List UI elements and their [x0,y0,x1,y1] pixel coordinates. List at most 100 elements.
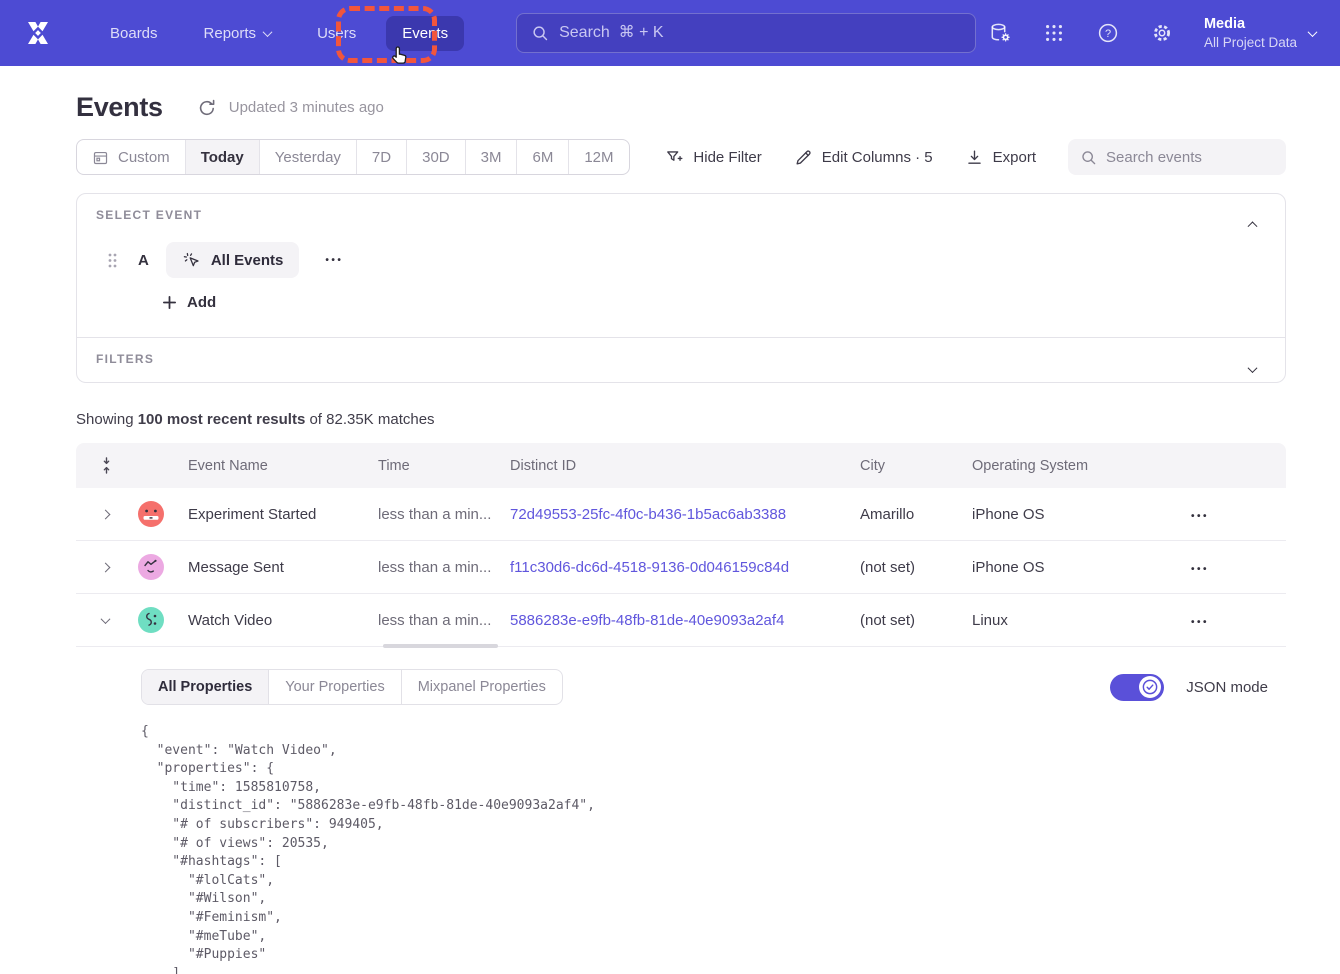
col-header-event-name: Event Name [188,458,378,474]
results-count: 100 most recent results [138,411,306,428]
nav-item-events[interactable]: Events [386,16,464,51]
event-avatar [138,607,164,633]
event-city: Amarillo [860,506,972,523]
collapse-all-button[interactable] [94,456,128,475]
query-builder-card: SELECT EVENT A All Events [76,193,1286,383]
expand-row-button[interactable] [94,511,128,518]
range-label: Today [201,149,244,166]
chevron-down-icon [263,27,273,37]
date-range-selector: Custom Today Yesterday 7D 30D 3M 6M 12M [76,139,630,175]
col-header-time: Time [378,458,510,474]
event-time: less than a min... [378,612,510,629]
download-icon [965,148,984,167]
range-label: 6M [532,149,553,166]
event-query-row: A All Events [96,242,1265,278]
plus-icon [162,295,177,310]
mixpanel-logo-icon[interactable] [20,15,56,51]
project-switcher[interactable]: Media All Project Data [1204,16,1316,50]
chevron-down-icon [1308,27,1318,37]
events-table: Event Name Time Distinct ID City Operati… [76,443,1286,974]
collapse-row-button[interactable] [94,617,128,624]
refresh-icon[interactable] [197,98,217,118]
event-pill-label: All Events [211,252,284,269]
pencil-icon [794,148,813,167]
event-avatar [138,554,164,580]
range-6m[interactable]: 6M [517,140,569,174]
filters-section[interactable]: FILTERS [77,337,1285,382]
hide-filter-button[interactable]: Hide Filter [665,148,761,167]
nav-item-users[interactable]: Users [301,16,372,51]
row-more-options-icon[interactable] [1187,559,1209,576]
toolbar: Custom Today Yesterday 7D 30D 3M 6M 12M … [76,139,1286,175]
chevron-down-icon [1248,363,1258,373]
distinct-id-link[interactable]: f11c30d6-dc6d-4518-9136-0d046159c84d [510,559,860,576]
drag-handle-icon[interactable] [107,252,118,269]
event-time: less than a min... [378,559,510,576]
settings-gear-icon[interactable] [1150,21,1174,45]
main-content: Events Updated 3 minutes ago Custom Toda… [0,92,1340,974]
event-more-options-icon[interactable] [325,255,343,266]
row-more-options-icon[interactable] [1187,506,1209,523]
nav-utilities: ? Media All Project Data [988,16,1316,50]
project-name: Media [1204,16,1297,32]
results-prefix: Showing [76,411,138,428]
updated-timestamp: Updated 3 minutes ago [229,99,384,116]
tab-your-properties[interactable]: Your Properties [269,670,401,704]
event-selector-pill[interactable]: All Events [166,242,300,278]
json-mode-toggle[interactable] [1110,674,1164,701]
search-events-input[interactable] [1106,149,1274,166]
range-12m[interactable]: 12M [569,140,628,174]
distinct-id-link[interactable]: 72d49553-25fc-4f0c-b436-1b5ac6ab3388 [510,506,860,523]
expand-filters-button[interactable] [1249,360,1261,372]
table-row[interactable]: Experiment Started less than a min... 72… [76,488,1286,541]
global-search[interactable] [516,13,976,53]
export-button[interactable]: Export [965,148,1036,167]
col-header-os: Operating System [972,458,1187,474]
search-icon [531,24,549,42]
properties-tabs: All Properties Your Properties Mixpanel … [141,669,563,705]
detail-toolbar: All Properties Your Properties Mixpanel … [141,669,1268,705]
step-letter: A [138,252,149,269]
edit-columns-button[interactable]: Edit Columns · 5 [794,148,933,167]
top-nav: Boards Reports Users Events [0,0,1340,66]
col-header-distinct-id: Distinct ID [510,458,860,474]
export-label: Export [993,149,1036,166]
nav-item-reports[interactable]: Reports [188,16,288,51]
table-row[interactable]: Message Sent less than a min... f11c30d6… [76,541,1286,594]
row-more-options-icon[interactable] [1187,612,1209,629]
global-search-input[interactable] [559,24,961,42]
range-30d[interactable]: 30D [407,140,466,174]
event-os: Linux [972,612,1187,629]
event-name: Watch Video [188,612,378,629]
title-row: Events Updated 3 minutes ago [76,92,1286,123]
collapse-section-button[interactable] [1249,214,1261,226]
event-os: iPhone OS [972,506,1187,523]
range-today[interactable]: Today [186,140,260,174]
range-3m[interactable]: 3M [466,140,518,174]
distinct-id-link[interactable]: 5886283e-e9fb-48fb-81de-40e9093a2af4 [510,612,860,629]
check-icon [1140,677,1160,697]
nav-item-label: Boards [110,25,158,42]
range-label: 7D [372,149,391,166]
range-yesterday[interactable]: Yesterday [260,140,357,174]
tab-mixpanel-properties[interactable]: Mixpanel Properties [402,670,562,704]
table-row-expanded[interactable]: Watch Video less than a min... 5886283e-… [76,594,1286,647]
select-event-label: SELECT EVENT [96,208,1265,222]
add-event-button[interactable]: Add [162,294,216,311]
tab-all-properties[interactable]: All Properties [142,670,269,704]
search-events-box[interactable] [1068,139,1286,175]
nav-item-boards[interactable]: Boards [94,16,174,51]
range-label: Yesterday [275,149,341,166]
apps-grid-icon[interactable] [1042,21,1066,45]
data-management-icon[interactable] [988,21,1012,45]
range-7d[interactable]: 7D [357,140,407,174]
help-icon[interactable]: ? [1096,21,1120,45]
range-custom[interactable]: Custom [77,140,186,174]
event-time: less than a min... [378,506,510,523]
expand-row-button[interactable] [94,564,128,571]
nav-item-label: Events [402,25,448,42]
event-detail-panel: All Properties Your Properties Mixpanel … [76,647,1286,974]
results-summary: Showing 100 most recent results of 82.35… [76,411,1286,428]
toggle-knob [1139,676,1161,698]
horizontal-scrollbar-thumb[interactable] [383,644,498,648]
